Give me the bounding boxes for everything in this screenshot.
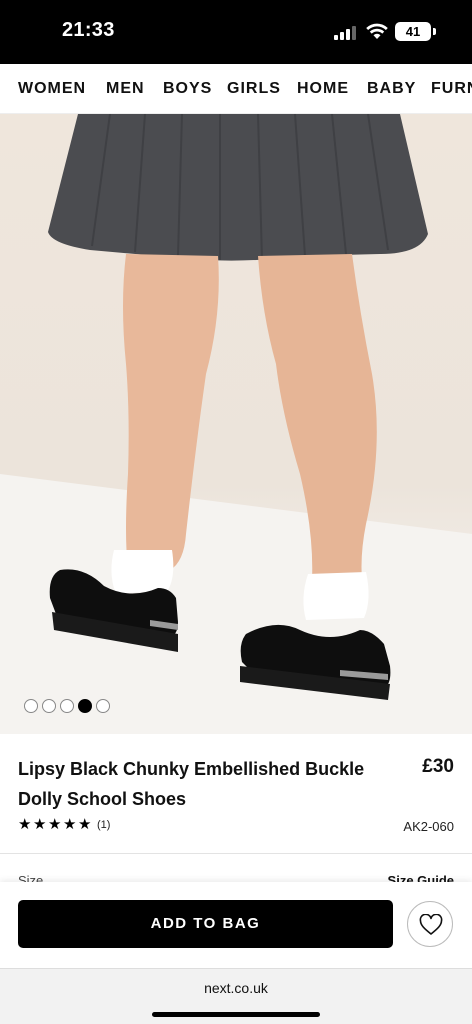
nav-item-women[interactable]: WOMEN xyxy=(18,80,86,98)
gallery-dot[interactable] xyxy=(96,699,110,713)
browser-url-bar[interactable]: next.co.uk xyxy=(0,968,472,1024)
nav-item-baby[interactable]: BABY xyxy=(367,80,416,98)
status-bar: 21:33 41 xyxy=(0,0,472,64)
add-to-bag-button[interactable]: ADD TO BAG xyxy=(18,900,393,948)
product-photo-illustration xyxy=(0,114,472,734)
battery-tip xyxy=(433,28,436,35)
url-text[interactable]: next.co.uk xyxy=(0,980,472,996)
nav-item-boys[interactable]: BOYS xyxy=(163,80,212,98)
heart-icon xyxy=(419,914,443,935)
star-icon: ★ xyxy=(78,816,92,833)
wifi-icon xyxy=(366,23,388,39)
product-sku: AK2-060 xyxy=(403,819,454,834)
product-image[interactable] xyxy=(0,114,472,734)
star-icon: ★ xyxy=(33,816,47,833)
gallery-dot-active[interactable] xyxy=(78,699,92,713)
product-title: Lipsy Black Chunky Embellished Buckle Do… xyxy=(18,759,365,809)
home-indicator xyxy=(152,1012,320,1017)
review-count[interactable]: (1) xyxy=(97,819,110,831)
gallery-dot[interactable] xyxy=(42,699,56,713)
nav-item-girls[interactable]: GIRLS xyxy=(227,80,281,98)
nav-item-home[interactable]: HOME xyxy=(297,80,349,98)
cellular-signal-icon xyxy=(334,24,356,40)
favourite-button[interactable] xyxy=(407,901,453,947)
status-time: 21:33 xyxy=(62,19,115,41)
product-price: £30 xyxy=(422,756,454,777)
category-nav: WOMEN MEN BOYS GIRLS HOME BABY FURN xyxy=(0,64,472,114)
gallery-dot[interactable] xyxy=(60,699,74,713)
gallery-dot[interactable] xyxy=(24,699,38,713)
star-icon: ★ xyxy=(48,816,62,833)
divider xyxy=(0,853,472,854)
sticky-purchase-bar: ADD TO BAG xyxy=(0,882,472,968)
nav-item-men[interactable]: MEN xyxy=(106,80,145,98)
star-icon: ★ xyxy=(63,816,77,833)
star-icon: ★ xyxy=(18,816,32,833)
nav-item-furniture[interactable]: FURN xyxy=(431,80,472,98)
battery-icon: 41 xyxy=(395,22,431,41)
